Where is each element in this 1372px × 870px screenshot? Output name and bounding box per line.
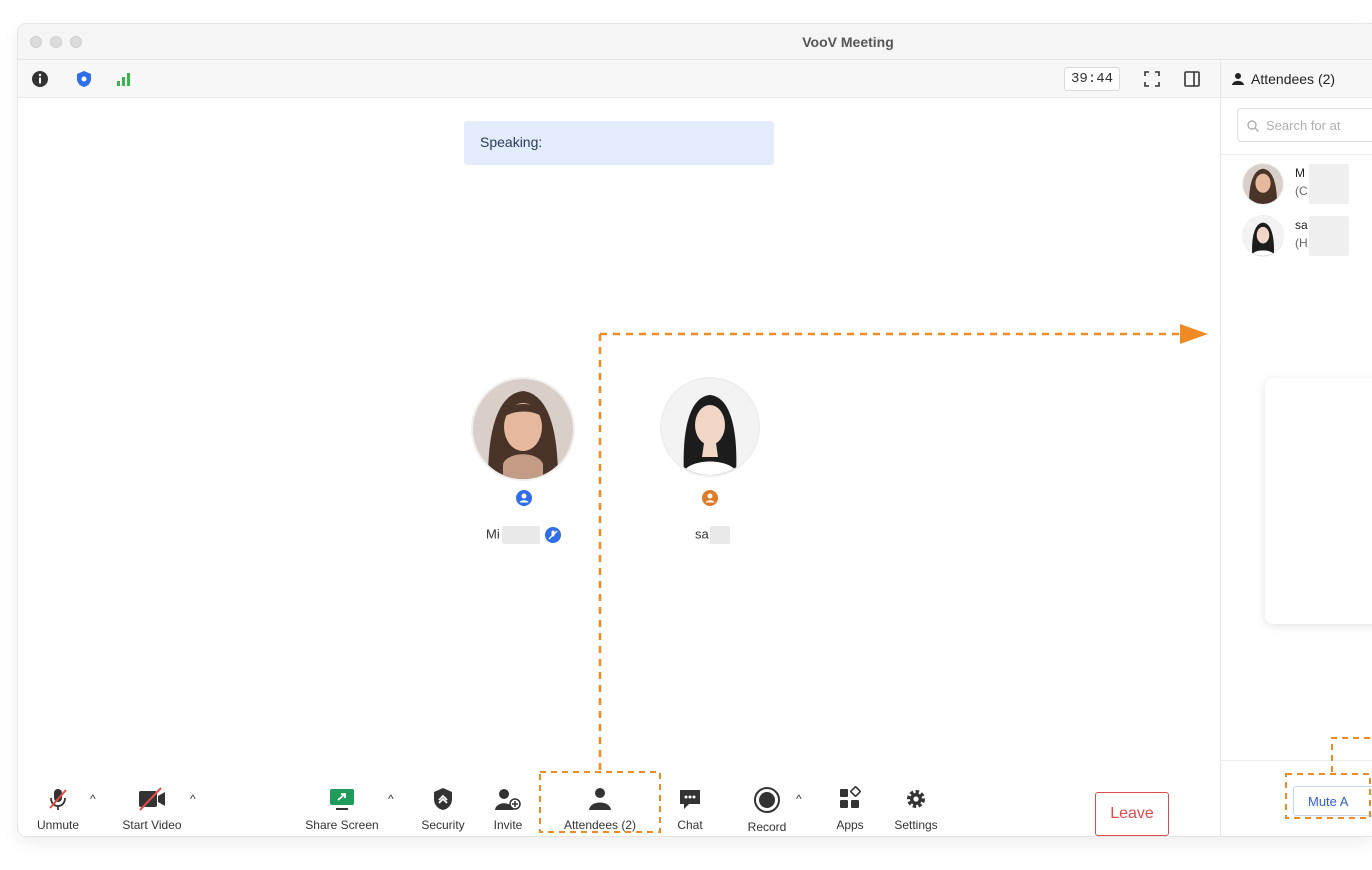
attendee-search-input[interactable]: Search for at: [1237, 108, 1372, 142]
attendee-role: (H: [1295, 236, 1308, 250]
participant-name: Mi: [486, 526, 500, 542]
participant-name: sa: [695, 526, 709, 542]
settings-label: Settings: [894, 818, 938, 832]
chat-button[interactable]: Chat: [670, 772, 710, 836]
attendee-role: (C: [1295, 184, 1308, 198]
attendee-list-item[interactable]: M (C: [1243, 164, 1372, 210]
redacted-name-blur: [501, 526, 540, 544]
title-bar: VooV Meeting: [18, 24, 1372, 60]
attendees-person-icon: [589, 788, 611, 810]
video-off-icon: [139, 787, 165, 811]
shield-icon[interactable]: [74, 69, 94, 89]
meeting-toolbar: Unmute ^ Start Video ^ Share Screen ^ Se…: [18, 772, 1220, 836]
share-screen-icon: [330, 789, 354, 810]
info-icon[interactable]: [30, 69, 50, 89]
signal-strength-icon[interactable]: [114, 69, 134, 89]
share-screen-label: Share Screen: [305, 818, 379, 832]
participant-name-tag: sa: [695, 526, 730, 544]
invite-person-icon: [495, 789, 521, 810]
attendees-label: Attendees (2): [563, 818, 637, 832]
record-button[interactable]: Record: [740, 772, 794, 836]
sidebar-footer-divider: [1221, 760, 1372, 761]
security-button[interactable]: Security: [416, 772, 470, 836]
search-icon: [1247, 120, 1259, 132]
record-icon: [754, 787, 780, 813]
redacted-name-blur: [1309, 164, 1349, 204]
speaking-indicator: Speaking:: [464, 121, 774, 165]
video-options-caret-icon[interactable]: ^: [190, 792, 196, 806]
attendee-name: M: [1295, 166, 1305, 180]
host-badge-icon: [516, 490, 532, 511]
attendee-detail-card: [1265, 378, 1372, 624]
apps-grid-icon: [840, 786, 861, 808]
gear-icon: [907, 790, 925, 808]
attendees-sidebar: Attendees (2) Search for at M (C sa (H M…: [1220, 60, 1372, 836]
unmute-label: Unmute: [36, 818, 80, 832]
window-title: VooV Meeting: [802, 34, 894, 50]
record-options-caret-icon[interactable]: ^: [796, 792, 802, 806]
apps-label: Apps: [836, 818, 864, 832]
participant-avatar[interactable]: [473, 379, 573, 479]
fullscreen-icon[interactable]: [1142, 69, 1162, 89]
participant-name-tag: Mi: [486, 526, 562, 544]
muted-mic-badge-icon: [545, 527, 562, 543]
sidebar-title: Attendees (2): [1251, 71, 1336, 87]
invite-button[interactable]: Invite: [486, 772, 530, 836]
start-video-button[interactable]: Start Video: [116, 772, 188, 836]
record-label: Record: [747, 820, 787, 834]
invite-label: Invite: [493, 818, 523, 832]
meeting-window: VooV Meeting 39:44 Speaking: Mi sa Unmut…: [18, 24, 1372, 836]
start-video-label: Start Video: [122, 818, 182, 832]
share-options-caret-icon[interactable]: ^: [388, 792, 394, 806]
redacted-name-blur: [1309, 216, 1349, 256]
attendees-person-icon: [1232, 73, 1244, 85]
voov-meeting-screenshot: VooV Meeting 39:44 Speaking: Mi sa Unmut…: [0, 0, 1372, 870]
attendee-avatar: [1243, 216, 1283, 256]
security-shield-icon: [434, 788, 452, 810]
audio-options-caret-icon[interactable]: ^: [90, 792, 96, 806]
sidebar-header: Attendees (2): [1221, 60, 1372, 98]
attendee-list-item[interactable]: sa (H: [1243, 216, 1372, 262]
security-label: Security: [421, 818, 465, 832]
chat-label: Chat: [677, 818, 703, 832]
cohost-badge-icon: [702, 490, 718, 511]
attendee-name: sa: [1295, 218, 1308, 232]
share-screen-button[interactable]: Share Screen: [300, 772, 384, 836]
redacted-name-blur: [709, 526, 730, 544]
settings-button[interactable]: Settings: [888, 772, 944, 836]
participant-avatar[interactable]: [662, 379, 758, 475]
meeting-info-bar: 39:44: [18, 60, 1220, 98]
unmute-button[interactable]: Unmute: [34, 772, 82, 836]
leave-button[interactable]: Leave: [1095, 792, 1169, 836]
meeting-main-area: 39:44 Speaking: Mi sa Unmute ^ Start Vid…: [18, 60, 1220, 836]
attendee-avatar: [1243, 164, 1283, 204]
meeting-timer: 39:44: [1064, 67, 1120, 91]
side-panel-toggle-icon[interactable]: [1182, 69, 1202, 89]
search-placeholder: Search for at: [1266, 118, 1341, 133]
attendees-button[interactable]: Attendees (2): [540, 772, 660, 836]
apps-button[interactable]: Apps: [828, 772, 872, 836]
muted-microphone-icon: [49, 789, 67, 810]
sidebar-divider: [1221, 154, 1372, 155]
chat-bubble-icon: [680, 790, 700, 809]
mute-all-button[interactable]: Mute A: [1293, 786, 1372, 816]
